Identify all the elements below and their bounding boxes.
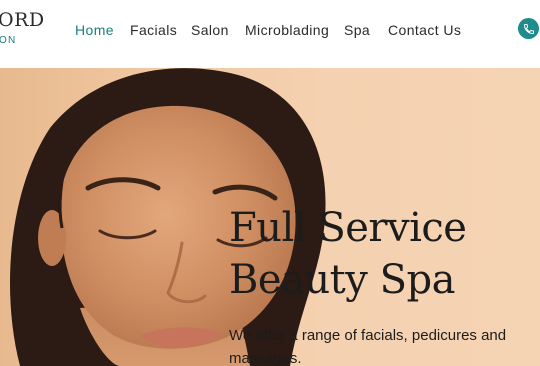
phone-icon bbox=[523, 23, 534, 34]
site-header: ORD ON Home Facials Salon Microblading S… bbox=[0, 0, 540, 68]
logo-text[interactable]: ORD bbox=[0, 9, 45, 31]
phone-button[interactable] bbox=[518, 18, 539, 39]
hero-title: Full Service Beauty Spa bbox=[229, 202, 529, 306]
nav-item-microblading[interactable]: Microblading bbox=[245, 22, 329, 38]
nav-item-contact-us[interactable]: Contact Us bbox=[388, 22, 461, 38]
logo-subtext[interactable]: ON bbox=[0, 35, 16, 46]
hero-subtitle: We offer a range of facials, pedicures a… bbox=[229, 327, 507, 366]
hero-title-line-2: Beauty Spa bbox=[229, 257, 455, 303]
nav-item-salon[interactable]: Salon bbox=[191, 22, 229, 38]
hero-title-line-1: Full Service bbox=[229, 205, 467, 251]
nav-item-spa[interactable]: Spa bbox=[344, 22, 370, 38]
hero-section: Full Service Beauty Spa We offer a range… bbox=[0, 68, 540, 366]
nav-item-home[interactable]: Home bbox=[75, 22, 114, 38]
nav-item-facials[interactable]: Facials bbox=[130, 22, 177, 38]
